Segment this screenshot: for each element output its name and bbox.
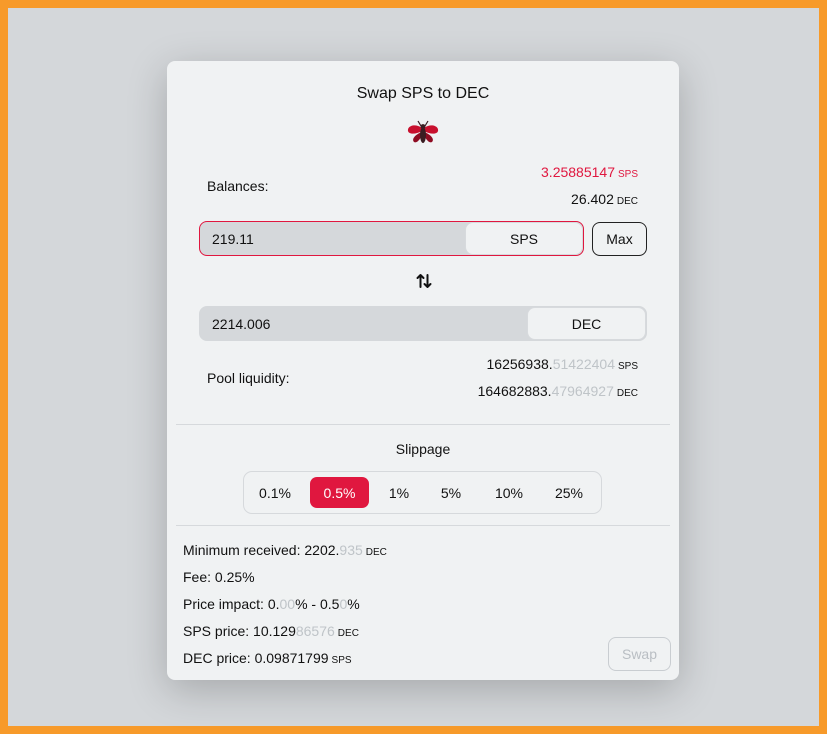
fee-info: Fee: 0.25% <box>183 569 255 585</box>
slippage-option-25[interactable]: 25% <box>542 477 596 508</box>
divider <box>176 424 670 425</box>
swap-button[interactable]: Swap <box>608 637 671 671</box>
dec-balance: 26.402 DEC <box>571 191 638 207</box>
divider <box>176 525 670 526</box>
balances-label: Balances: <box>207 178 269 194</box>
dec-price: DEC price: 0.09871799 SPS <box>183 650 352 666</box>
slippage-option-1[interactable]: 1% <box>378 477 420 508</box>
bee-logo-icon <box>407 120 439 143</box>
dec-amount-input[interactable] <box>200 307 527 340</box>
slippage-option-0-5[interactable]: 0.5% <box>310 477 369 508</box>
minimum-received: Minimum received: 2202.935 DEC <box>183 542 387 558</box>
pool-sps-amount: 16256938.51422404 SPS <box>486 356 639 372</box>
swap-dialog: Swap SPS to DEC Balances: 3.25885147 SPS … <box>167 61 679 680</box>
dec-token-label: DEC <box>527 307 646 340</box>
sps-amount-input[interactable] <box>200 222 465 255</box>
dec-amount-field: DEC <box>199 306 647 341</box>
sps-price: SPS price: 10.12986576 DEC <box>183 623 359 639</box>
max-button[interactable]: Max <box>592 222 647 256</box>
slippage-option-0-1[interactable]: 0.1% <box>249 477 301 508</box>
slippage-label: Slippage <box>395 441 451 457</box>
pool-liquidity-label: Pool liquidity: <box>207 370 290 386</box>
price-impact: Price impact: 0.00% - 0.50% <box>183 596 360 612</box>
sps-token-label: SPS <box>465 222 583 255</box>
slippage-option-10[interactable]: 10% <box>482 477 536 508</box>
dialog-title: Swap SPS to DEC <box>356 85 490 102</box>
sps-amount-field: SPS <box>199 221 584 256</box>
pool-dec-amount: 164682883.47964927 DEC <box>477 383 638 399</box>
slippage-selector: 0.1% 0.5% 1% 5% 10% 25% <box>243 471 602 514</box>
swap-vertical-arrows-icon[interactable] <box>415 272 433 290</box>
slippage-option-5[interactable]: 5% <box>428 477 474 508</box>
sps-balance: 3.25885147 SPS <box>541 164 638 180</box>
